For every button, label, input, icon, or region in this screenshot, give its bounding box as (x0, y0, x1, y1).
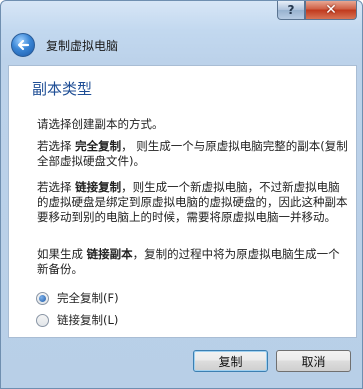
intro-text: 请选择创建副本的方式。 (37, 117, 164, 131)
linked-clone-description: 若选择 链接复制，则生成一个新虚拟电脑，不过新虚拟电脑的虚拟硬盘是绑定到原虚拟电… (37, 180, 349, 225)
title-bar[interactable]: ? ✕ (1, 1, 362, 27)
back-arrow-glyph (17, 39, 30, 51)
linked-term: 链接复制 (75, 180, 122, 194)
linked-clone-radio[interactable] (36, 313, 49, 327)
radio-selected-dot (39, 294, 46, 302)
help-button[interactable]: ? (277, 1, 305, 20)
full-clone-label: 完全复制(F) (57, 291, 119, 305)
snapshot-description: 如果生成 链接副本，复制的过程中将为原虚拟电脑生成一个新备份。 (37, 247, 349, 277)
full-clone-option[interactable]: 完全复制(F) (36, 290, 119, 306)
cancel-button[interactable]: 取消 (276, 350, 351, 372)
dialog-window: ? ✕ 复制虚拟电脑 副本类型 请选择创建副本的方式。 若选择 完全复制， 则生… (0, 0, 363, 389)
close-button[interactable]: ✕ (305, 1, 357, 20)
close-icon: ✕ (325, 2, 337, 18)
linked-pre: 若选择 (37, 180, 76, 194)
full-clone-description: 若选择 完全复制， 则生成一个与原虚拟电脑完整的副本(复制全部虚拟硬盘文件)。 (37, 139, 349, 169)
page-heading: 副本类型 (32, 80, 93, 98)
cancel-button-label: 取消 (301, 354, 326, 369)
copy-button[interactable]: 复制 (193, 350, 268, 372)
full-clone-radio[interactable] (36, 291, 49, 305)
snap-pre: 如果生成 (37, 247, 87, 261)
snap-term: 链接副本 (86, 247, 133, 261)
wizard-title: 复制虚拟电脑 (46, 39, 119, 53)
full-pre: 若选择 (37, 139, 76, 153)
full-term: 完全复制 (75, 139, 122, 153)
back-arrow-icon[interactable] (11, 33, 35, 57)
wizard-page: 副本类型 请选择创建副本的方式。 若选择 完全复制， 则生成一个与原虚拟电脑完整… (8, 65, 357, 338)
linked-clone-label: 链接复制(L) (57, 313, 119, 327)
linked-clone-option[interactable]: 链接复制(L) (36, 312, 118, 328)
copy-button-label: 复制 (218, 354, 243, 369)
help-label: ? (287, 3, 295, 17)
